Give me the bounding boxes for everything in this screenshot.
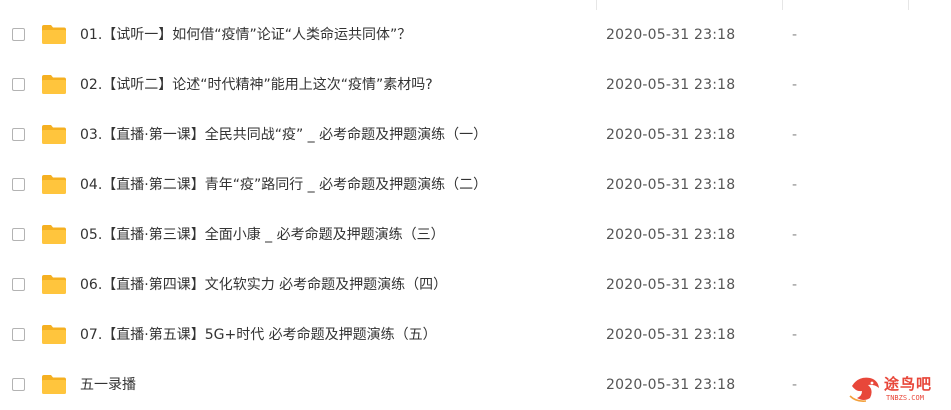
file-row[interactable]: 04.【直播·第二课】青年“疫”路同行 _ 必考命题及押题演练（二） 2020-… (0, 160, 951, 210)
file-row[interactable]: 05.【直播·第三课】全面小康 _ 必考命题及押题演练（三） 2020-05-3… (0, 210, 951, 260)
modified-date: 2020-05-31 23:18 (606, 27, 736, 43)
column-divider (908, 0, 909, 10)
file-size: - (792, 77, 798, 93)
file-size: - (792, 327, 798, 343)
folder-icon (42, 275, 66, 294)
modified-date: 2020-05-31 23:18 (606, 77, 736, 93)
folder-icon (42, 325, 66, 344)
file-name[interactable]: 02.【试听二】论述“时代精神”能用上这次“疫情”素材吗? (80, 60, 433, 110)
modified-date: 2020-05-31 23:18 (606, 227, 736, 243)
folder-icon (42, 375, 66, 394)
file-row[interactable]: 02.【试听二】论述“时代精神”能用上这次“疫情”素材吗? 2020-05-31… (0, 60, 951, 110)
file-name[interactable]: 04.【直播·第二课】青年“疫”路同行 _ 必考命题及押题演练（二） (80, 160, 487, 210)
file-name[interactable]: 01.【试听一】如何借“疫情”论证“人类命运共同体”？ (80, 10, 411, 60)
file-row[interactable]: 五一录播 2020-05-31 23:18 - (0, 360, 951, 410)
column-divider (596, 0, 597, 10)
modified-date: 2020-05-31 23:18 (606, 327, 736, 343)
row-checkbox[interactable] (12, 228, 25, 241)
column-divider (782, 0, 783, 10)
file-row[interactable]: 03.【直播·第一课】全民共同战“疫” _ 必考命题及押题演练（一） 2020-… (0, 110, 951, 160)
file-name[interactable]: 五一录播 (80, 360, 136, 410)
modified-date: 2020-05-31 23:18 (606, 277, 736, 293)
row-checkbox[interactable] (12, 328, 25, 341)
modified-date: 2020-05-31 23:18 (606, 127, 736, 143)
column-header-strip (0, 0, 951, 10)
row-checkbox[interactable] (12, 28, 25, 41)
file-size: - (792, 277, 798, 293)
file-size: - (792, 127, 798, 143)
folder-icon (42, 125, 66, 144)
folder-icon (42, 25, 66, 44)
folder-icon (42, 75, 66, 94)
row-checkbox[interactable] (12, 128, 25, 141)
file-name[interactable]: 03.【直播·第一课】全民共同战“疫” _ 必考命题及押题演练（一） (80, 110, 487, 160)
row-checkbox[interactable] (12, 78, 25, 91)
file-size: - (792, 227, 798, 243)
folder-icon (42, 175, 66, 194)
modified-date: 2020-05-31 23:18 (606, 177, 736, 193)
row-checkbox[interactable] (12, 178, 25, 191)
file-name[interactable]: 05.【直播·第三课】全面小康 _ 必考命题及押题演练（三） (80, 210, 445, 260)
watermark-url: TNBZS.COM (886, 394, 924, 402)
folder-icon (42, 225, 66, 244)
file-size: - (792, 27, 798, 43)
file-row[interactable]: 06.【直播·第四课】文化软实力 必考命题及押题演练（四） 2020-05-31… (0, 260, 951, 310)
file-row[interactable]: 07.【直播·第五课】5G+时代 必考命题及押题演练（五） 2020-05-31… (0, 310, 951, 360)
modified-date: 2020-05-31 23:18 (606, 377, 736, 393)
file-row[interactable]: 01.【试听一】如何借“疫情”论证“人类命运共同体”？ 2020-05-31 2… (0, 10, 951, 60)
watermark: 途鸟吧 TNBZS.COM (848, 370, 948, 407)
bird-logo-icon (849, 377, 879, 402)
row-checkbox[interactable] (12, 278, 25, 291)
file-name[interactable]: 06.【直播·第四课】文化软实力 必考命题及押题演练（四） (80, 260, 447, 310)
file-name[interactable]: 07.【直播·第五课】5G+时代 必考命题及押题演练（五） (80, 310, 437, 360)
file-size: - (792, 377, 798, 393)
watermark-text: 途鸟吧 (884, 375, 933, 393)
file-size: - (792, 177, 798, 193)
row-checkbox[interactable] (12, 378, 25, 391)
file-list: 01.【试听一】如何借“疫情”论证“人类命运共同体”？ 2020-05-31 2… (0, 10, 951, 410)
